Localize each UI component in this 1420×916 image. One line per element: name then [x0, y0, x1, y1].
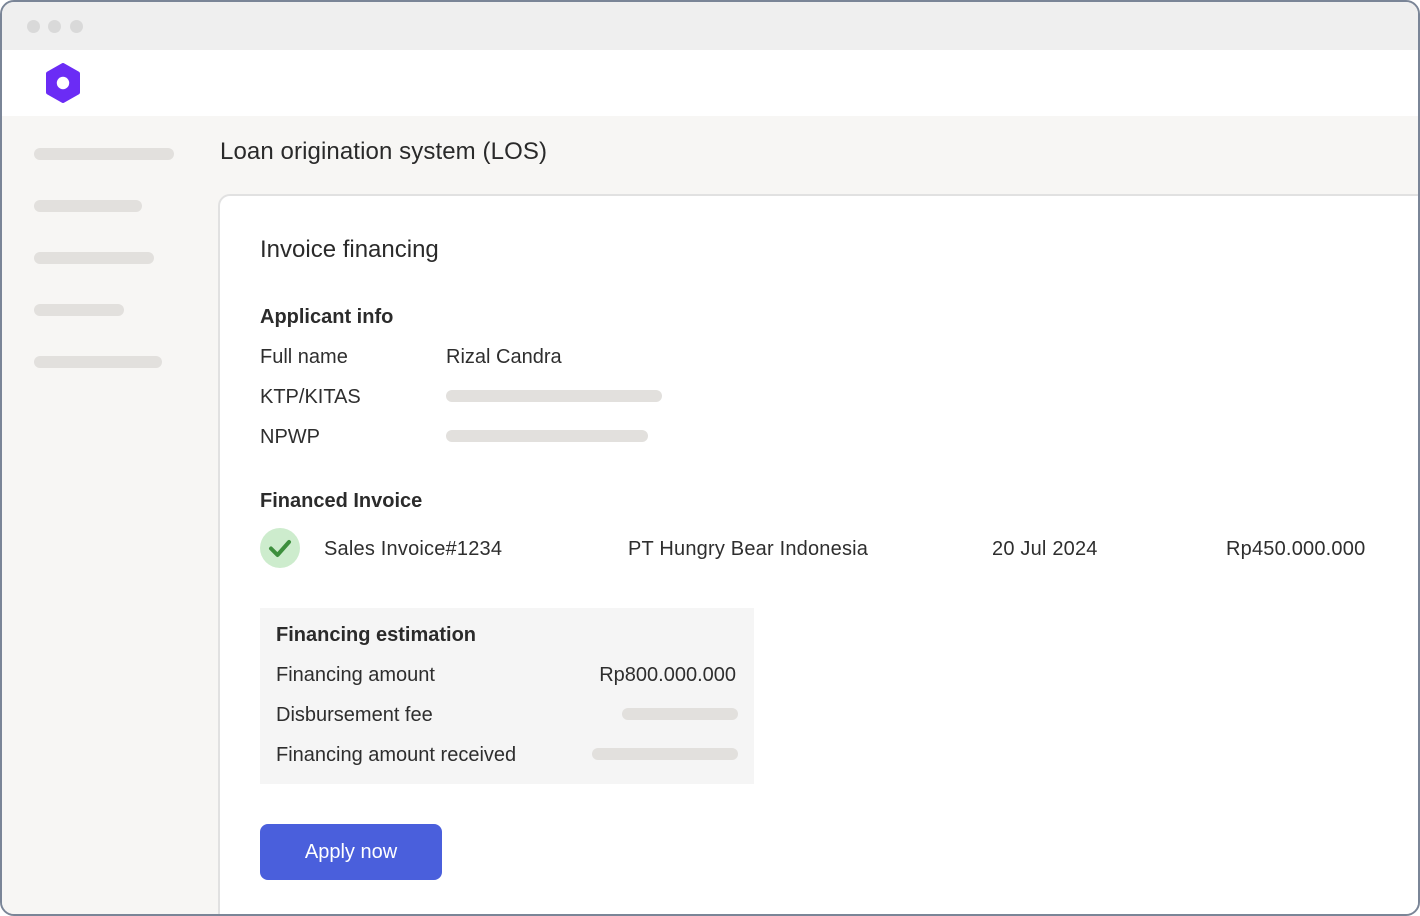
invoice-financing-card: Invoice financing Applicant info Full na…: [218, 194, 1418, 914]
card-title: Invoice financing: [260, 236, 439, 263]
npwp-label: NPWP: [260, 426, 320, 448]
window-maximize-dot[interactable]: [70, 20, 83, 33]
full-name-label: Full name: [260, 346, 348, 368]
hexagon-logo-icon[interactable]: [45, 63, 81, 103]
npwp-value-placeholder: [446, 430, 648, 442]
invoice-amount: Rp450.000.000: [1226, 538, 1366, 560]
financing-amount-value: Rp800.000.000: [599, 664, 736, 686]
browser-window: Loan origination system (LOS) Invoice fi…: [0, 0, 1420, 916]
applicant-info-heading: Applicant info: [260, 306, 394, 328]
invoice-number[interactable]: Sales Invoice#1234: [324, 538, 502, 561]
apply-now-button[interactable]: Apply now: [260, 824, 442, 880]
ktp-kitas-label: KTP/KITAS: [260, 386, 361, 408]
disbursement-fee-placeholder: [622, 708, 738, 720]
financing-estimation-heading: Financing estimation: [276, 624, 477, 646]
full-name-value: Rizal Candra: [446, 346, 562, 368]
page-title: Loan origination system (LOS): [220, 138, 548, 165]
sidebar-item-placeholder[interactable]: [34, 148, 174, 160]
ktp-kitas-value-placeholder: [446, 390, 662, 402]
invoice-date: 20 Jul 2024: [992, 538, 1098, 560]
financing-amount-label: Financing amount: [276, 664, 435, 686]
financing-amount-received-placeholder: [592, 748, 738, 760]
window-minimize-dot[interactable]: [48, 20, 61, 33]
sidebar-item-placeholder[interactable]: [34, 304, 124, 316]
sidebar-item-placeholder[interactable]: [34, 356, 162, 368]
financing-estimation-panel: Financing estimation Financing amount Rp…: [260, 608, 754, 784]
disbursement-fee-label: Disbursement fee: [276, 704, 433, 726]
sidebar: [2, 116, 218, 914]
financing-amount-received-label: Financing amount received: [276, 744, 517, 766]
window-close-dot[interactable]: [27, 20, 40, 33]
financed-invoice-heading: Financed Invoice: [260, 490, 423, 512]
invoice-company: PT Hungry Bear Indonesia: [628, 538, 869, 560]
sidebar-item-placeholder[interactable]: [34, 252, 154, 264]
sidebar-item-placeholder[interactable]: [34, 200, 142, 212]
check-icon: [260, 528, 300, 568]
app-header: [2, 50, 1418, 116]
window-titlebar: [2, 2, 1418, 50]
